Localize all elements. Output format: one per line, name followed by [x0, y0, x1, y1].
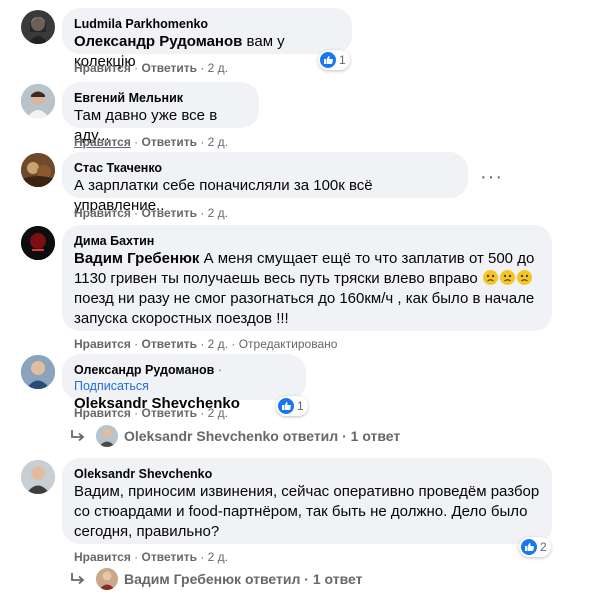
replies-verb: ответил — [244, 571, 301, 587]
comment-text: Вадим Гребенюк А меня смущает ещё то что… — [74, 249, 540, 329]
separator: · — [304, 571, 309, 587]
comment-bubble: Стас Ткаченко А зарплатки себе поначисля… — [62, 152, 468, 214]
comment-actions: Нравится · Ответить · 2 д. — [74, 549, 228, 565]
avatar[interactable] — [21, 153, 55, 187]
reply-link[interactable]: Ответить — [142, 61, 197, 75]
reaction-badge[interactable]: 1 — [276, 396, 308, 416]
ellipsis-icon[interactable]: ··· — [480, 167, 503, 187]
reply-arrow-icon — [71, 430, 85, 442]
separator: · — [134, 550, 139, 564]
separator: · — [200, 135, 205, 149]
comment-body: поезд ни разу не смог разогнаться до 160… — [74, 290, 535, 307]
like-icon — [320, 52, 336, 68]
avatar — [96, 425, 118, 447]
edited-label: Отредактировано — [238, 337, 338, 351]
like-link[interactable]: Нравится — [74, 337, 131, 351]
timestamp[interactable]: 2 д. — [208, 206, 228, 220]
separator: · — [134, 61, 139, 75]
reply-arrow-icon — [71, 573, 85, 585]
comment-author[interactable]: Ludmila Parkhomenko — [74, 16, 340, 32]
view-replies-link[interactable]: Oleksandr Shevchenko ответил · 1 ответ — [70, 425, 400, 447]
comment-body: А меня смущает ещё то что заплатив от 50… — [199, 250, 535, 267]
comment-body: запуска скоростных поездов !!! — [74, 310, 289, 327]
comment-actions: Нравится · Ответить · 2 д. · Отредактиро… — [74, 336, 337, 352]
like-link[interactable]: Нравится — [74, 61, 131, 75]
worried-face-emoji-icon — [516, 270, 532, 285]
reaction-badge[interactable]: 1 — [318, 50, 350, 70]
like-link[interactable]: Нравится — [74, 206, 131, 220]
comment-bubble: Oleksandr Shevchenko Вадим, приносим изв… — [62, 458, 552, 544]
mention-link[interactable]: Олександр Рудоманов — [74, 33, 242, 50]
separator: · — [200, 550, 205, 564]
timestamp[interactable]: 2 д. — [208, 550, 228, 564]
separator: · — [200, 206, 205, 220]
comment-bubble: Дима Бахтин Вадим Гребенюк А меня смущае… — [62, 225, 552, 331]
avatar[interactable] — [21, 10, 55, 44]
reaction-badge[interactable]: 2 — [519, 537, 551, 557]
replies-count: 1 ответ — [350, 428, 401, 444]
separator: · — [217, 363, 222, 377]
separator: · — [200, 406, 205, 420]
worried-face-emoji-icon — [482, 270, 498, 285]
like-icon — [521, 539, 537, 555]
comment-body: сегодня, правильно? — [74, 523, 220, 540]
reply-link[interactable]: Ответить — [142, 337, 197, 351]
separator: · — [134, 135, 139, 149]
timestamp[interactable]: 2 д. — [208, 61, 228, 75]
comment-body: Вадим, приносим извинения, сейчас операт… — [74, 483, 540, 500]
like-link[interactable]: Нравится — [74, 135, 131, 149]
comment-header: Олександр Рудоманов · Подписаться — [74, 362, 294, 394]
comment-actions: Нравится · Ответить · 2 д. — [74, 205, 228, 221]
comment-bubble: Ludmila Parkhomenko Олександр Рудоманов … — [62, 8, 352, 70]
comment-actions: Нравится · Ответить · 2 д. — [74, 60, 228, 76]
avatar[interactable] — [21, 355, 55, 389]
separator: · — [231, 337, 236, 351]
reply-link[interactable]: Ответить — [142, 550, 197, 564]
view-replies-link[interactable]: Вадим Гребенюк ответил · 1 ответ — [70, 568, 362, 590]
reaction-count: 1 — [297, 399, 304, 413]
reaction-count: 1 — [339, 53, 346, 67]
comment-body: 1130 гривен ты получаешь весь путь тряск… — [74, 270, 478, 287]
comment-body: со стюардами и food-партнёром, так быть … — [74, 503, 528, 520]
comment-author[interactable]: Oleksandr Shevchenko — [74, 466, 540, 482]
comment-author[interactable]: Олександр Рудоманов — [74, 363, 214, 377]
avatar[interactable] — [21, 460, 55, 494]
avatar — [96, 568, 118, 590]
comment-text: Вадим, приносим извинения, сейчас операт… — [74, 482, 540, 542]
comment-author[interactable]: Дима Бахтин — [74, 233, 540, 249]
comment-bubble: Евгений Мельник Там давно уже все в аду.… — [62, 82, 259, 144]
separator: · — [134, 337, 139, 351]
separator: · — [342, 428, 347, 444]
avatar[interactable] — [21, 84, 55, 118]
reaction-count: 2 — [540, 540, 547, 554]
replies-count: 1 ответ — [312, 571, 363, 587]
follow-link[interactable]: Подписаться — [74, 379, 149, 393]
like-link[interactable]: Нравится — [74, 406, 131, 420]
replier-name: Oleksandr Shevchenko — [124, 428, 279, 444]
avatar[interactable] — [21, 226, 55, 260]
timestamp[interactable]: 2 д. — [208, 337, 228, 351]
reply-link[interactable]: Ответить — [142, 406, 197, 420]
like-icon — [278, 398, 294, 414]
reply-link[interactable]: Ответить — [142, 135, 197, 149]
replier-name: Вадим Гребенюк — [124, 571, 242, 587]
reply-link[interactable]: Ответить — [142, 206, 197, 220]
separator: · — [200, 337, 205, 351]
mention-link[interactable]: Вадим Гребенюк — [74, 250, 199, 267]
comment-actions: Нравится · Ответить · 2 д. — [74, 134, 228, 150]
timestamp[interactable]: 2 д. — [208, 135, 228, 149]
like-link[interactable]: Нравится — [74, 550, 131, 564]
comment-author[interactable]: Евгений Мельник — [74, 90, 247, 106]
separator: · — [200, 61, 205, 75]
comment-bubble: Олександр Рудоманов · Подписаться Oleksa… — [62, 354, 306, 412]
replies-verb: ответил — [282, 428, 339, 444]
separator: · — [134, 406, 139, 420]
worried-face-emoji-icon — [499, 270, 515, 285]
comment-actions: Нравится · Ответить · 2 д. — [74, 405, 228, 421]
timestamp[interactable]: 2 д. — [208, 406, 228, 420]
separator: · — [134, 206, 139, 220]
comment-author[interactable]: Стас Ткаченко — [74, 160, 456, 176]
